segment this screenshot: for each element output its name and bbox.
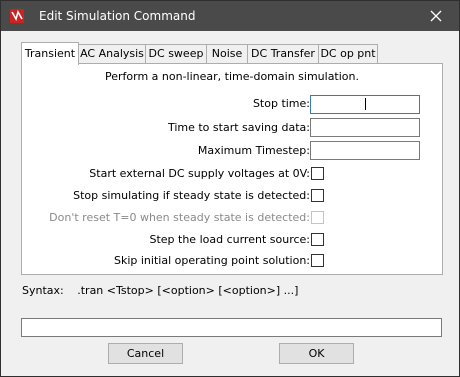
syntax-line: Syntax: .tran <Tstop> [<option> [<option… <box>22 284 298 297</box>
text-caret <box>365 98 366 110</box>
stop-time-label: Stop time: <box>252 97 310 110</box>
ok-button[interactable]: OK <box>279 343 354 364</box>
ext-dc-zero-label: Start external DC supply voltages at 0V: <box>89 167 310 180</box>
title-bar[interactable]: Edit Simulation Command <box>1 1 459 31</box>
start-saving-input[interactable] <box>310 118 420 137</box>
dont-reset-checkbox <box>311 211 324 224</box>
ext-dc-zero-checkbox[interactable] <box>311 167 324 180</box>
tab-ac-analysis[interactable]: AC Analysis <box>78 44 146 64</box>
dont-reset-label: Don't reset T=0 when steady state is det… <box>49 211 310 224</box>
dialog-window: Edit Simulation Command Transient AC Ana… <box>0 0 460 377</box>
cancel-button[interactable]: Cancel <box>108 343 183 364</box>
start-saving-label: Time to start saving data: <box>167 121 310 134</box>
close-button[interactable] <box>413 1 459 31</box>
tab-dc-transfer[interactable]: DC Transfer <box>247 44 319 64</box>
app-icon <box>9 8 25 24</box>
tab-transient[interactable]: Transient <box>21 42 79 65</box>
stop-steady-label: Stop simulating if steady state is detec… <box>73 189 310 202</box>
stop-steady-checkbox[interactable] <box>311 189 324 202</box>
command-line-input[interactable] <box>21 318 442 337</box>
step-load-label: Step the load current source: <box>149 233 310 246</box>
stop-time-input[interactable] <box>310 95 420 114</box>
tab-dc-op-pnt[interactable]: DC op pnt <box>318 44 378 64</box>
window-title: Edit Simulation Command <box>39 9 196 23</box>
panel-description: Perform a non-linear, time-domain simula… <box>104 70 359 83</box>
transient-panel: Perform a non-linear, time-domain simula… <box>21 63 443 275</box>
max-timestep-input[interactable] <box>310 141 420 160</box>
skip-op-label: Skip initial operating point solution: <box>113 254 310 267</box>
skip-op-checkbox[interactable] <box>311 254 324 267</box>
max-timestep-label: Maximum Timestep: <box>197 144 310 157</box>
close-icon <box>430 10 442 22</box>
tab-dc-sweep[interactable]: DC sweep <box>145 44 207 64</box>
step-load-checkbox[interactable] <box>311 233 324 246</box>
syntax-text: .tran <Tstop> [<option> [<option>] ...] <box>77 284 299 297</box>
syntax-label: Syntax: <box>22 284 64 297</box>
tab-noise[interactable]: Noise <box>206 44 248 64</box>
